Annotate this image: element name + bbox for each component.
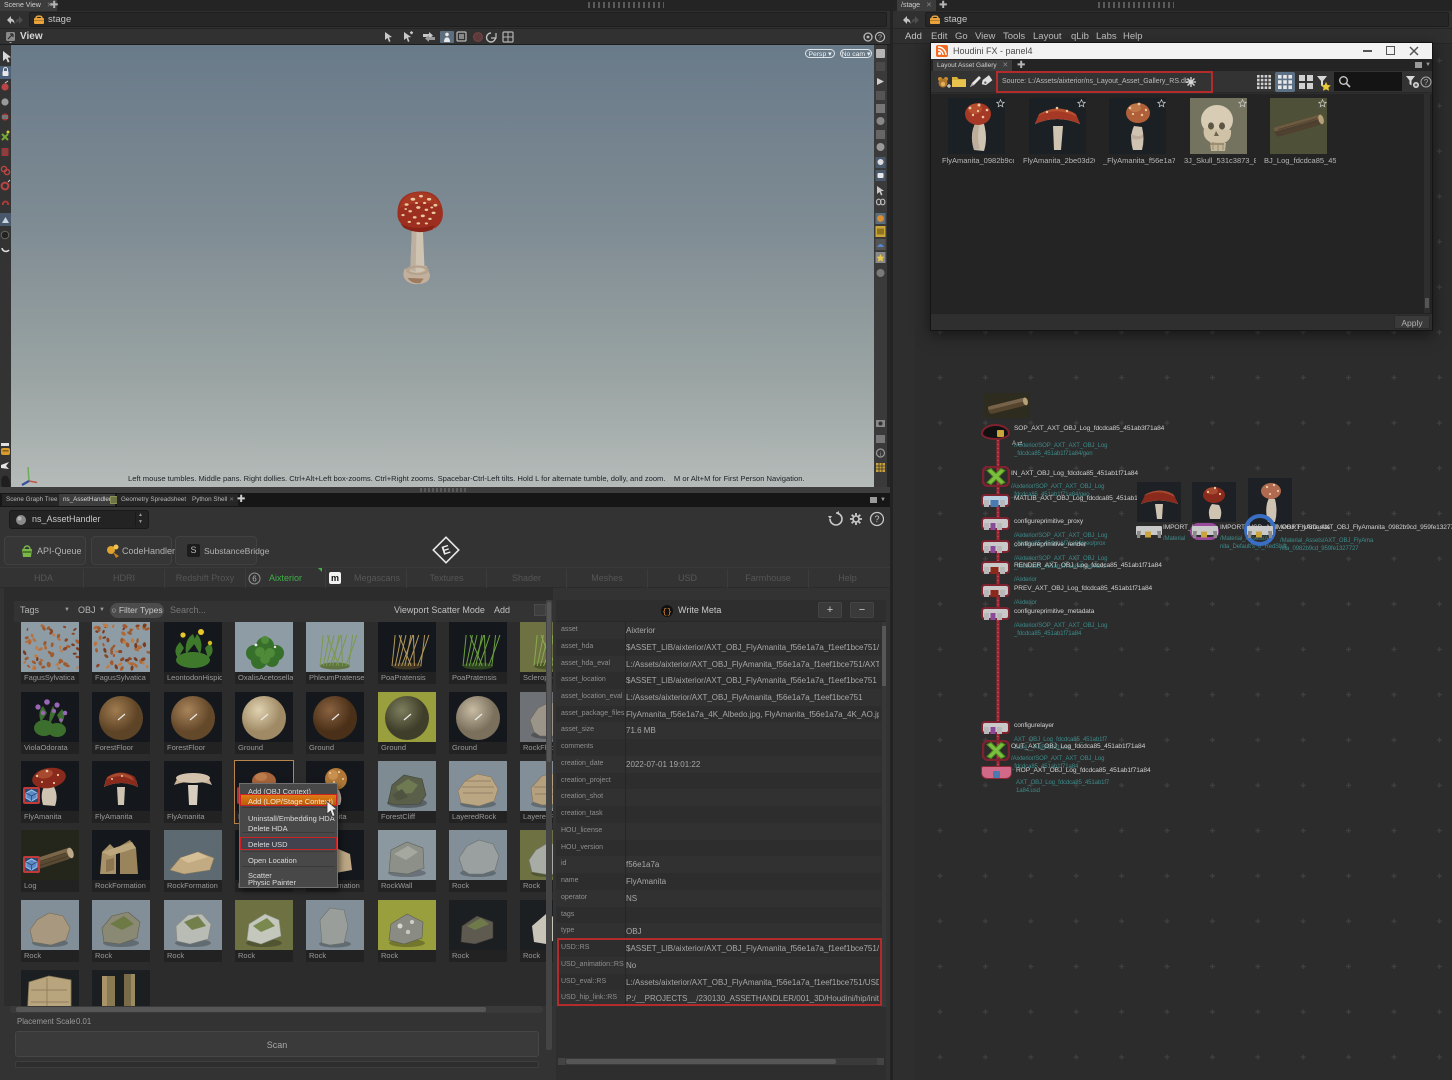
- svg-text:?: ?: [1424, 78, 1429, 87]
- svg-text:?: ?: [878, 33, 882, 42]
- svg-text:6: 6: [252, 575, 257, 584]
- svg-text:E: E: [440, 542, 452, 558]
- svg-text:{}: {}: [662, 608, 672, 617]
- svg-text:i: i: [880, 451, 881, 458]
- svg-text:?: ?: [874, 514, 879, 524]
